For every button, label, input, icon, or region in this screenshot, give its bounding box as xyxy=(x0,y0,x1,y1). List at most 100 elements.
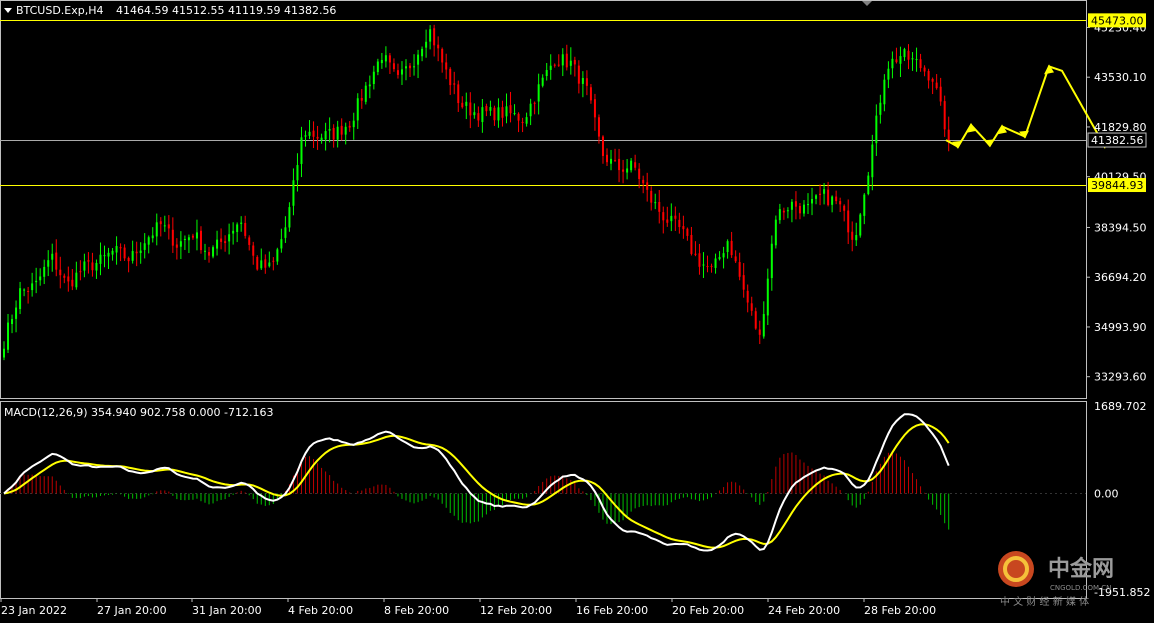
candle-body xyxy=(501,107,504,118)
time-tick-label: 12 Feb 20:00 xyxy=(480,604,552,617)
candle-body xyxy=(581,78,584,84)
candle-body xyxy=(55,252,58,270)
candle-body xyxy=(183,238,186,240)
candle-body xyxy=(473,112,476,116)
candle-body xyxy=(561,54,564,66)
candle-body xyxy=(654,202,657,204)
candle-body xyxy=(666,219,669,223)
candle-body xyxy=(280,239,283,249)
candle-body xyxy=(95,262,98,271)
candle-body xyxy=(87,260,90,262)
time-tick-label: 4 Feb 20:00 xyxy=(288,604,353,617)
candle-body xyxy=(726,241,729,253)
macd-label: MACD(12,26,9) 354.940 902.758 0.000 -712… xyxy=(4,406,273,419)
candle-body xyxy=(409,65,412,69)
candle-body xyxy=(256,257,259,270)
candle-body xyxy=(601,136,604,156)
macd-tick-label: 1689.702 xyxy=(1094,400,1147,413)
macd-tick-label: 0.00 xyxy=(1094,488,1119,501)
candle xyxy=(859,212,862,238)
price-tick-label: 33293.60 xyxy=(1094,371,1147,384)
candle-body xyxy=(252,245,255,256)
candle-body xyxy=(240,222,243,224)
candle-body xyxy=(706,266,709,268)
candle-body xyxy=(867,175,870,195)
candle-body xyxy=(509,105,512,114)
candle-body xyxy=(232,230,235,234)
candle-body xyxy=(943,101,946,130)
candle-body xyxy=(344,126,347,135)
candle-body xyxy=(907,50,910,60)
candle-body xyxy=(191,235,194,238)
candle-body xyxy=(276,249,279,262)
candle-body xyxy=(750,303,753,311)
time-tick-label: 28 Feb 20:00 xyxy=(864,604,936,617)
candle-body xyxy=(770,243,773,279)
candle-body xyxy=(284,227,287,238)
candle-body xyxy=(537,84,540,102)
candle-body xyxy=(159,221,162,225)
candle xyxy=(212,245,215,259)
candle-body xyxy=(714,258,717,268)
candle-body xyxy=(686,228,689,236)
candle-body xyxy=(614,160,617,162)
candle-body xyxy=(360,98,363,101)
candle-body xyxy=(819,193,822,195)
candle-body xyxy=(336,126,339,140)
candle-body xyxy=(859,214,862,236)
candle-body xyxy=(187,237,190,241)
candle-body xyxy=(264,259,267,268)
candle-body xyxy=(433,28,436,46)
candle-body xyxy=(388,55,391,63)
candle-body xyxy=(618,158,621,171)
price-tick-label: 43530.10 xyxy=(1094,71,1147,84)
candle-body xyxy=(807,204,809,206)
candle-body xyxy=(228,234,231,242)
candle-body xyxy=(11,319,14,325)
candle-body xyxy=(163,225,166,227)
candle-body xyxy=(376,61,379,73)
candle-body xyxy=(690,235,693,254)
candle-body xyxy=(638,168,641,179)
candle-body xyxy=(521,121,524,123)
time-tick-label: 20 Feb 20:00 xyxy=(672,604,744,617)
candle-body xyxy=(123,247,126,259)
candle-body xyxy=(384,55,387,62)
candle-body xyxy=(143,243,146,250)
candle-body xyxy=(738,262,741,277)
candle-body xyxy=(694,253,697,255)
chart-window: 45230.40 43530.10 41829.80 40129.50 38394.50… xyxy=(0,0,1154,619)
chart-canvas[interactable]: 45230.4043530.1041829.8040129.5038394.50… xyxy=(0,0,1154,619)
candle-body xyxy=(634,162,637,168)
candle-body xyxy=(915,59,918,61)
candle-body xyxy=(489,107,492,111)
candle-body xyxy=(204,250,206,252)
candle-body xyxy=(131,251,134,261)
candle-body xyxy=(461,102,464,108)
candle-body xyxy=(782,210,785,213)
candle-body xyxy=(99,254,102,264)
candle-body xyxy=(589,87,592,101)
candle-body xyxy=(63,275,66,278)
candle-body xyxy=(871,144,874,178)
candle-body xyxy=(3,348,5,358)
candle-body xyxy=(935,82,938,89)
candle-body xyxy=(296,165,299,181)
candle-body xyxy=(569,60,572,66)
price-tick-label: 38394.50 xyxy=(1094,221,1147,234)
current-price-tag-label: 41382.56 xyxy=(1091,134,1144,147)
candle-body xyxy=(481,107,484,123)
candle-body xyxy=(815,195,818,199)
candle-body xyxy=(15,307,18,319)
candle-body xyxy=(260,260,263,269)
candle-body xyxy=(27,291,30,293)
ohlc-readout: 41464.59 41512.55 41119.59 41382.56 xyxy=(116,4,336,17)
candle-body xyxy=(421,48,424,57)
candle-body xyxy=(517,113,520,121)
candle-body xyxy=(682,226,685,230)
candle-body xyxy=(831,196,834,205)
candle-body xyxy=(674,215,677,219)
candle-body xyxy=(855,235,858,241)
candle-body xyxy=(670,215,673,222)
candle-body xyxy=(553,64,556,66)
